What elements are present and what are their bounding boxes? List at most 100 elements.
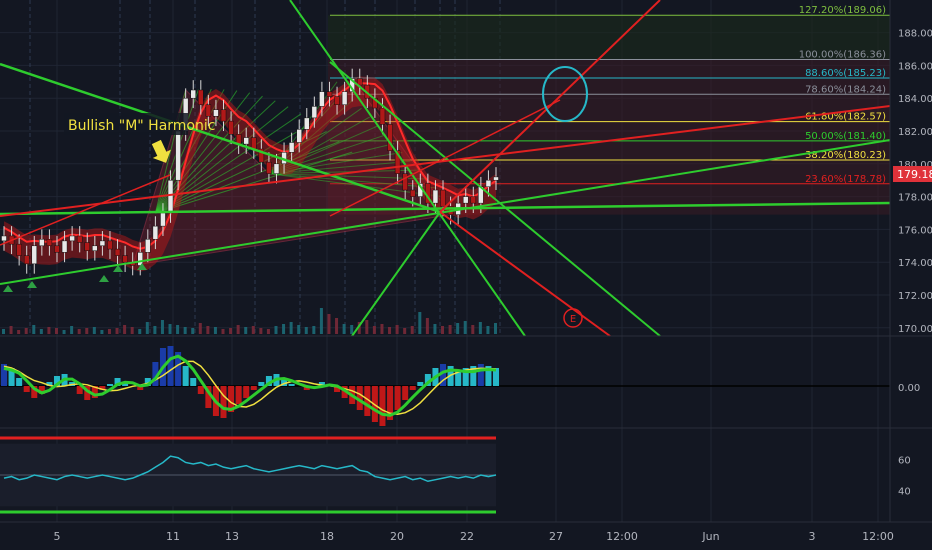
volume-bar: [471, 325, 475, 334]
volume-bar: [160, 320, 164, 334]
histogram-bar: [23, 386, 30, 392]
histogram-bar: [417, 382, 424, 386]
candle-body: [462, 196, 469, 204]
volume-bar: [100, 330, 104, 334]
candle-body: [379, 107, 386, 125]
volume-bar: [206, 326, 210, 334]
volume-bar: [441, 326, 445, 334]
volume-bar: [70, 326, 74, 334]
candle-body: [84, 242, 91, 251]
candle-body: [46, 238, 53, 247]
price-axis-label: 184.00: [898, 94, 932, 105]
candle-body: [288, 142, 295, 153]
candle-body: [440, 189, 446, 207]
histogram-bar: [258, 382, 265, 386]
volume-bar: [410, 326, 414, 334]
histogram-bar: [394, 386, 401, 410]
volume-bar: [198, 323, 202, 334]
histogram-bar: [16, 378, 23, 386]
candle-body: [92, 245, 98, 251]
volume-bar: [176, 325, 180, 334]
histogram-bar: [167, 346, 174, 386]
volume-bar: [289, 322, 293, 334]
volume-bar: [183, 327, 187, 334]
volume-bar: [153, 326, 157, 334]
time-axis-label: Jun: [701, 530, 719, 543]
candle-body: [304, 117, 310, 130]
histogram-bar: [220, 386, 227, 418]
candle-body: [1, 235, 7, 242]
volume-bar: [388, 327, 392, 334]
candle-body: [16, 243, 22, 256]
volume-bar: [463, 321, 467, 334]
candle-body: [251, 137, 257, 150]
price-axis-label: 188.00: [898, 29, 932, 40]
volume-bar: [24, 328, 28, 334]
last-price-label: 179.18: [897, 168, 932, 181]
rsi-axis-label: 60: [898, 455, 911, 466]
candle-body: [175, 130, 181, 181]
candle-body: [228, 120, 234, 135]
candle-body: [273, 163, 280, 174]
volume-bar: [259, 328, 263, 334]
histogram-bar: [250, 386, 257, 390]
volume-bar: [251, 326, 255, 334]
candle-body: [334, 96, 340, 106]
candle-body: [319, 91, 325, 107]
time-axis-label: 22: [460, 530, 474, 543]
time-axis-label: 13: [225, 530, 239, 543]
candle-body: [122, 255, 128, 263]
volume-bar: [486, 326, 490, 334]
price-axis-label: 186.00: [898, 61, 932, 72]
volume-bar: [229, 328, 233, 334]
volume-bar: [115, 328, 119, 334]
chart-canvas[interactable]: 127.20%(189.06) 100.00%(186.36) 88.60%(185…: [0, 0, 932, 550]
histogram-bar: [190, 378, 197, 386]
annotation-label: Bullish "M" Harmonic: [68, 118, 215, 134]
volume-bar: [39, 329, 43, 334]
time-axis-label: 11: [166, 530, 180, 543]
volume-bar: [380, 324, 384, 334]
histogram-bar: [409, 386, 416, 390]
volume-bar: [213, 327, 217, 334]
volume-bar: [478, 322, 482, 334]
candle-body: [160, 212, 166, 227]
earnings-label: E: [570, 314, 576, 325]
volume-bar: [9, 326, 13, 334]
volume-bar: [32, 325, 36, 334]
price-axis-label: 176.00: [898, 225, 932, 236]
volume-bar: [425, 318, 429, 334]
volume-bar: [304, 327, 308, 334]
volume-bar: [236, 325, 240, 334]
candle-body: [198, 89, 204, 106]
time-axis-label: 3: [809, 530, 816, 543]
volume-bar: [85, 328, 89, 334]
candle-body: [107, 240, 113, 250]
candle-body: [341, 91, 348, 106]
fib-level-label: 100.00%(186.36): [799, 49, 886, 60]
volume-bar: [297, 325, 301, 334]
candle-body: [220, 109, 227, 122]
histogram-bar: [477, 364, 484, 386]
volume-bar: [448, 325, 452, 334]
volume-bar: [168, 324, 172, 334]
time-axis-label: 18: [320, 530, 334, 543]
candle-body: [402, 173, 408, 191]
volume-bar: [145, 322, 149, 334]
volume-bar: [123, 325, 127, 334]
histogram-bar: [182, 366, 189, 386]
candle-body: [311, 106, 318, 119]
candle-body: [114, 248, 121, 256]
fib-level-label: 61.80%(182.57): [805, 112, 886, 123]
volume-bar: [17, 330, 21, 334]
candle-body: [152, 225, 159, 240]
time-axis-label: 12:00: [862, 530, 894, 543]
volume-bar: [244, 327, 248, 334]
volume-bar: [282, 324, 286, 334]
candle-body: [167, 179, 174, 214]
oscillator-zero-label: 0.00: [898, 383, 920, 394]
candle-body: [409, 189, 416, 197]
volume-bar: [395, 325, 399, 334]
candle-body: [493, 176, 499, 181]
time-axis-label: 12:00: [606, 530, 638, 543]
